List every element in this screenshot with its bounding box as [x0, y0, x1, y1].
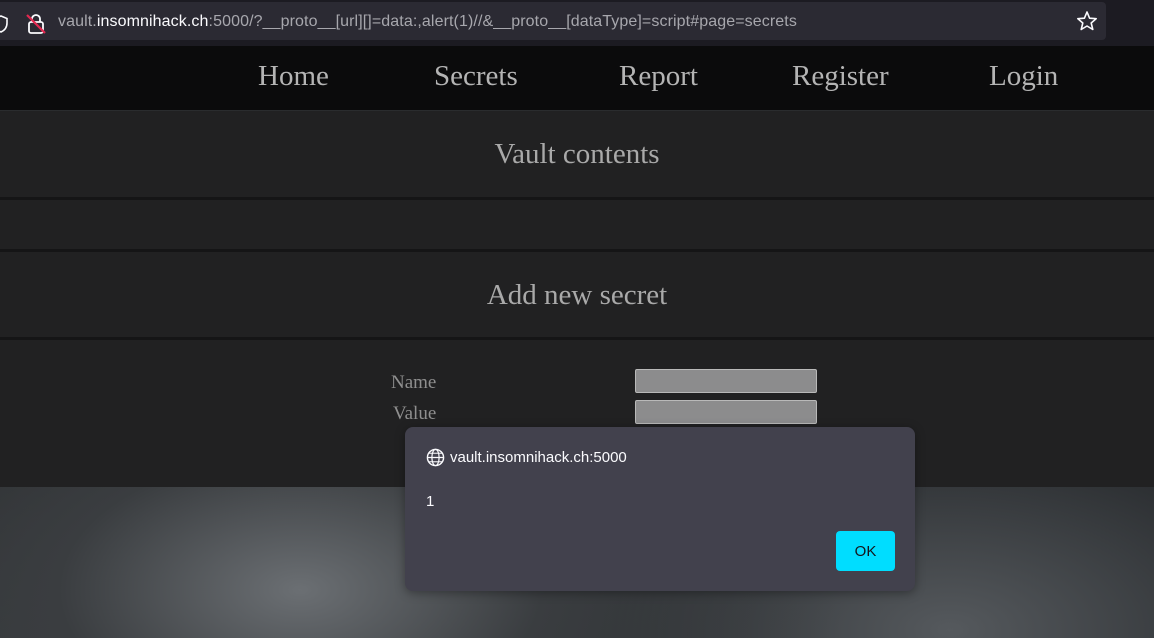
alert-dialog: vault.insomnihack.ch:5000 1 OK [405, 427, 915, 591]
bookmark-star-icon[interactable] [1076, 10, 1098, 37]
value-label: Value [393, 403, 437, 424]
vault-contents-header: Vault contents [0, 111, 1154, 197]
secret-name-input[interactable] [635, 369, 817, 393]
vault-contents-title: Vault contents [494, 138, 660, 170]
add-secret-header: Add new secret [0, 252, 1154, 337]
tracking-shield-icon[interactable] [0, 15, 8, 38]
url-text[interactable]: vault.insomnihack.ch:5000/?__proto__[url… [58, 13, 797, 31]
name-label: Name [391, 372, 437, 393]
nav-home-link[interactable]: Home [258, 60, 329, 93]
url-suffix: :5000/?__proto__[url][]=data:,alert(1)//… [208, 13, 797, 30]
nav-secrets-link[interactable]: Secrets [434, 60, 518, 93]
nav-register-link[interactable]: Register [792, 60, 889, 93]
nav-report-link[interactable]: Report [619, 60, 698, 93]
dialog-origin: vault.insomnihack.ch:5000 [450, 449, 627, 466]
nav-login-link[interactable]: Login [989, 60, 1058, 93]
add-secret-title: Add new secret [486, 279, 668, 311]
url-bar[interactable]: vault.insomnihack.ch:5000/?__proto__[url… [0, 2, 1106, 40]
insecure-lock-icon[interactable] [26, 13, 46, 40]
ok-button[interactable]: OK [836, 531, 895, 571]
site-nav: Home Secrets Report Register Login [0, 46, 1154, 110]
secret-value-input[interactable] [635, 400, 817, 424]
globe-icon [426, 448, 445, 472]
url-prefix: vault. [58, 13, 97, 30]
browser-toolbar: vault.insomnihack.ch:5000/?__proto__[url… [0, 0, 1154, 46]
dialog-message: 1 [426, 493, 435, 510]
vault-contents-body [0, 200, 1154, 249]
url-domain: insomnihack.ch [96, 13, 209, 30]
